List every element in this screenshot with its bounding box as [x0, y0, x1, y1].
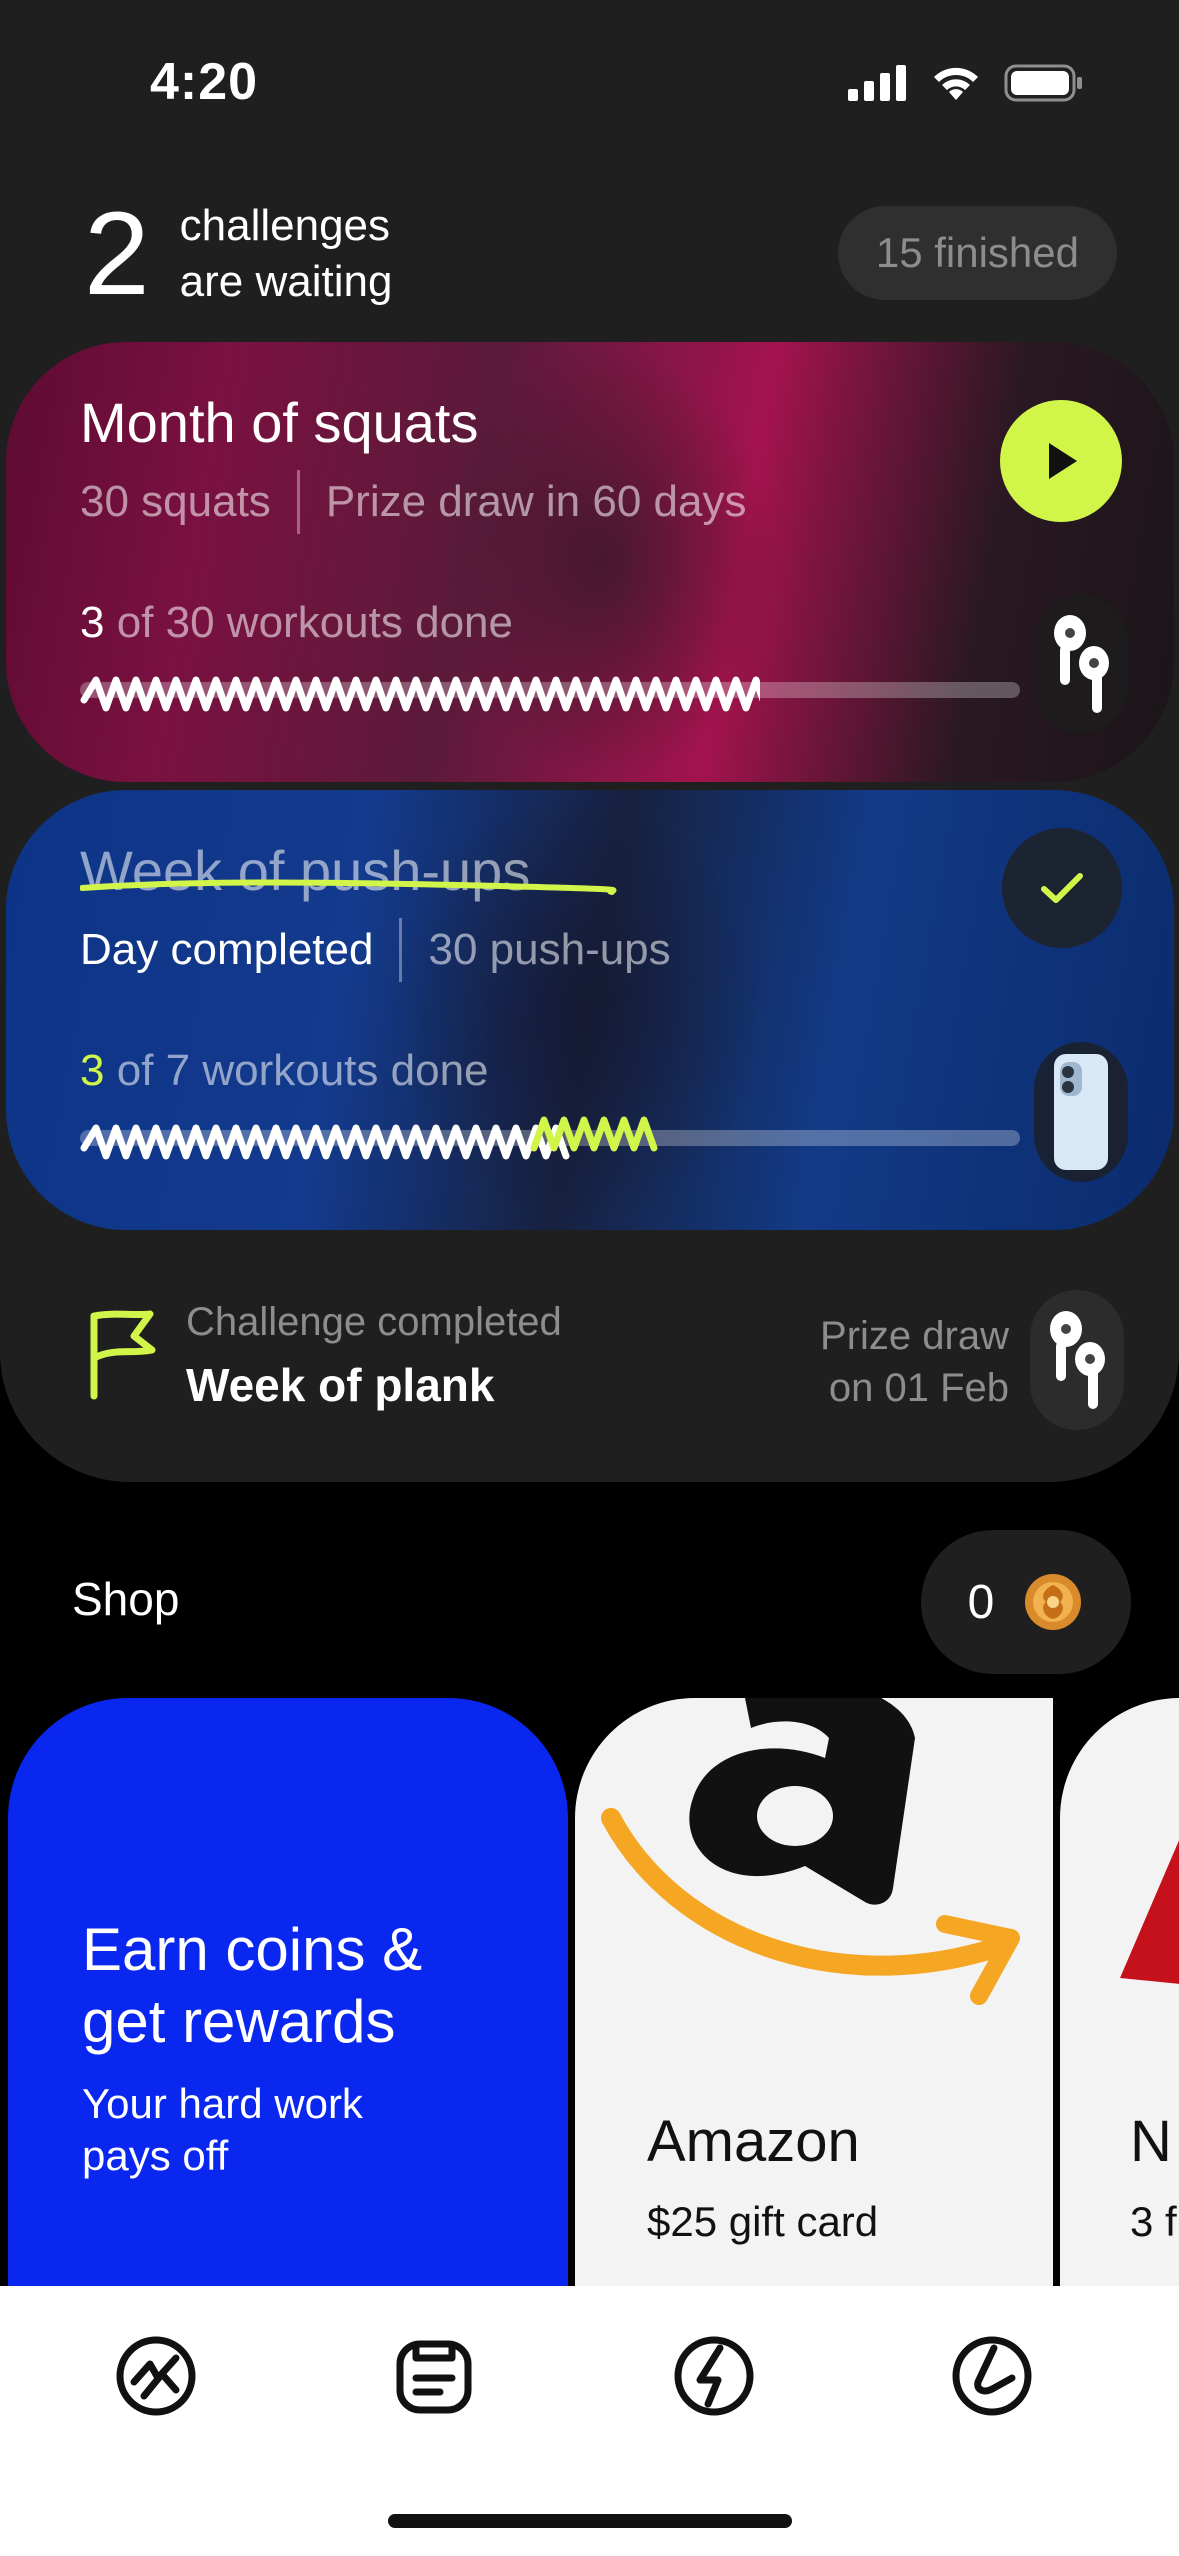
tab-workouts[interactable] [666, 2328, 762, 2424]
challenge-meta: Day completed 30 push-ups [80, 918, 671, 982]
prize-thumbnail[interactable] [1034, 1042, 1128, 1182]
journal-icon [396, 2340, 472, 2414]
completed-challenge-name: Week of plank [186, 1359, 495, 1411]
promo-title-line1: Earn coins & [82, 1916, 423, 1983]
coins-balance-button[interactable]: 0 [921, 1530, 1131, 1674]
earn-coins-card[interactable]: Earn coins & get rewards Your hard work … [8, 1698, 568, 2288]
flag-icon [90, 1310, 156, 1400]
challenge-title: Month of squats [80, 391, 479, 454]
prize-draw-line1: Prize draw [820, 1314, 1009, 1358]
battery-icon [1004, 64, 1082, 102]
completed-label: Challenge completed [186, 1300, 562, 1344]
meta-divider [399, 918, 403, 982]
amazon-gift-card[interactable]: Amazon $25 gift card [575, 1698, 1053, 2288]
progress-rest: of 7 workouts done [116, 1046, 489, 1095]
shop-carousel[interactable]: Earn coins & get rewards Your hard work … [0, 1698, 1179, 2288]
status-bar: 4:20 [0, 0, 1179, 170]
completed-check-button[interactable] [1002, 828, 1122, 948]
progress-done-count: 3 [80, 598, 105, 647]
progress-scribble-fill [80, 676, 760, 712]
waiting-label-line1: challenges [179, 201, 391, 250]
promo-title: Earn coins & get rewards [82, 1914, 422, 2058]
progress-done-count: 3 [80, 1046, 105, 1095]
coins-count: 0 [967, 1575, 995, 1629]
progress-rest: of 30 workouts done [116, 598, 513, 647]
challenge-card-squats[interactable]: Month of squats 30 squats Prize draw in … [6, 342, 1174, 782]
iphone-icon [1054, 1054, 1108, 1170]
partial-logo-icon [1120, 1840, 1179, 1984]
airpods-icon [1054, 615, 1109, 713]
promo-subtitle: Your hard work pays off [82, 2078, 363, 2182]
progress-scribble-fill [80, 1116, 658, 1160]
play-icon [1049, 443, 1077, 479]
challenge-meta-left: Day completed [80, 925, 374, 974]
strikethrough-scribble [80, 879, 617, 895]
status-icons [848, 64, 1084, 102]
home-indicator[interactable] [388, 2514, 792, 2528]
promo-title-line2: get rewards [82, 1988, 396, 2055]
coin-icon [1025, 1574, 1082, 1630]
tab-activity[interactable] [108, 2328, 204, 2424]
gift-card-value: 3 f [1130, 2198, 1177, 2245]
progress-icon [952, 2336, 1032, 2416]
promo-sub-line2: pays off [82, 2132, 229, 2179]
waiting-label: challenges are waiting [180, 198, 393, 310]
prize-thumbnail[interactable] [1034, 594, 1128, 734]
progress-text: 3 of 30 workouts done [80, 598, 513, 648]
check-icon [1041, 873, 1083, 903]
tab-progress[interactable] [944, 2328, 1040, 2424]
progress-text: 3 of 7 workouts done [80, 1046, 489, 1096]
challenge-card-pushups[interactable]: Week of push-ups Day completed 30 push-u… [6, 790, 1174, 1230]
prize-draw-date: Prize draw on 01 Feb [820, 1310, 1009, 1414]
promo-sub-line1: Your hard work [82, 2080, 363, 2127]
airpods-icon [1050, 1311, 1105, 1409]
lightning-icon [674, 2336, 754, 2416]
next-gift-card[interactable]: N 3 f [1060, 1698, 1179, 2288]
cellular-signal-icon [848, 65, 906, 101]
activity-icon [116, 2336, 196, 2416]
wifi-icon [934, 67, 978, 100]
challenge-meta-right: Prize draw in 60 days [325, 477, 747, 526]
amazon-logo-icon [601, 1698, 1020, 2005]
meta-divider [296, 470, 300, 534]
challenges-header: 2 challenges are waiting [84, 195, 392, 313]
prize-thumbnail[interactable] [1030, 1290, 1124, 1430]
challenge-meta-left: 30 squats [80, 477, 271, 526]
waiting-count: 2 [84, 188, 150, 320]
gift-card-value: $25 gift card [647, 2198, 879, 2245]
gift-card-name: Amazon [647, 2109, 860, 2174]
shop-title: Shop [72, 1573, 180, 1625]
play-button[interactable] [1000, 400, 1122, 522]
waiting-label-line2: are waiting [179, 257, 393, 306]
tab-journal[interactable] [386, 2328, 482, 2424]
challenge-meta-right: 30 push-ups [428, 925, 671, 974]
status-time: 4:20 [150, 53, 259, 111]
challenge-meta: 30 squats Prize draw in 60 days [80, 470, 746, 534]
prize-draw-line2: on 01 Feb [828, 1366, 1009, 1410]
gift-card-name: N [1130, 2109, 1172, 2174]
finished-button[interactable]: 15 finished [837, 206, 1117, 300]
completed-challenge-row[interactable]: Challenge completed Week of plank Prize … [84, 1290, 1124, 1440]
